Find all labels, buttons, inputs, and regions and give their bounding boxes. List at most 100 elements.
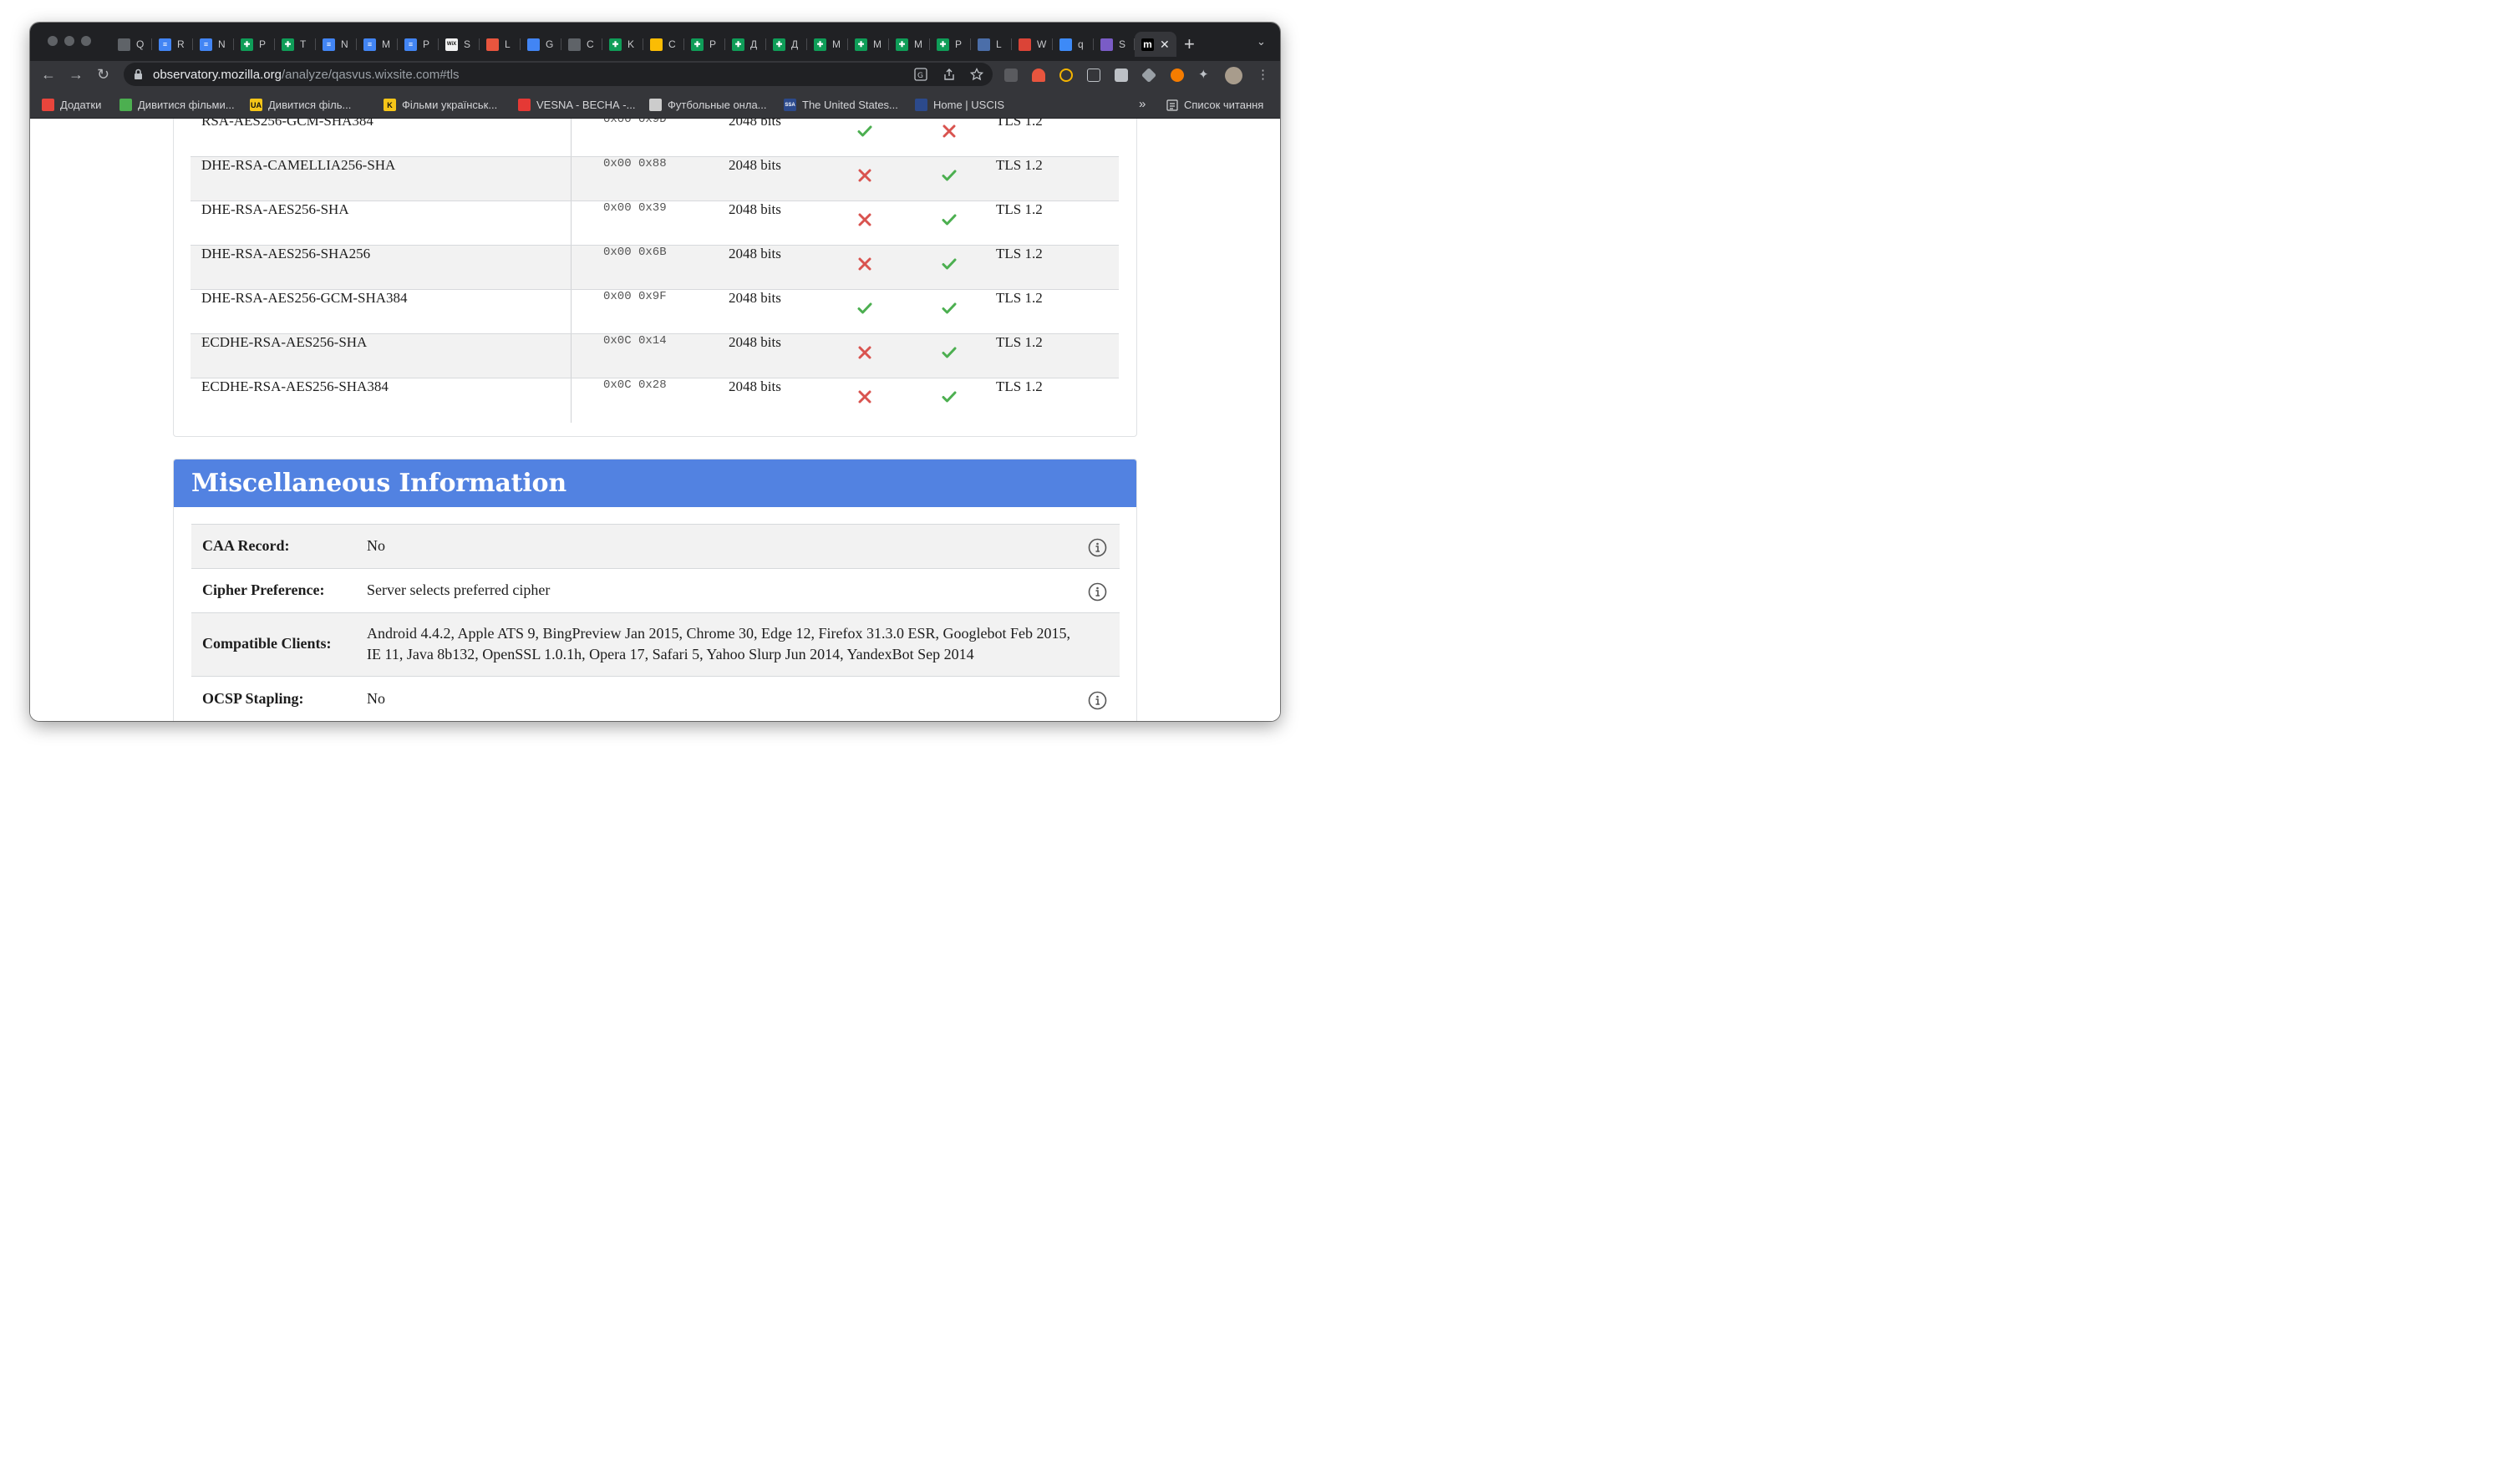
checklist-extension-icon[interactable] — [1115, 69, 1128, 82]
tab-title: P — [709, 38, 717, 50]
cipher-row: DHE-RSA-AES256-GCM-SHA384 0x00 0x9F 2048 b… — [191, 290, 1119, 334]
misc-row-caa: CAA Record: No — [191, 525, 1120, 569]
address-bar[interactable]: observatory.mozilla.org/analyze/qasvus.w… — [124, 63, 993, 86]
translate-icon[interactable]: G — [914, 68, 927, 81]
cipher-key-size: 2048 bits — [729, 157, 781, 173]
window-extension-icon[interactable] — [1087, 69, 1100, 82]
bookmark-item[interactable]: Футбольные онла... — [649, 99, 767, 111]
bookmark-item[interactable]: Додатки — [42, 99, 101, 111]
check-icon — [942, 302, 957, 314]
ublock-extension-icon[interactable] — [1171, 69, 1184, 82]
minimize-window-button[interactable] — [64, 36, 74, 46]
back-button[interactable]: ← — [41, 66, 56, 83]
cross-icon — [858, 346, 871, 359]
browser-tab[interactable]: ✚ P — [684, 32, 725, 57]
bookmark-item[interactable]: K Фільми українськ... — [384, 99, 497, 111]
browser-tab[interactable]: q — [1053, 32, 1094, 57]
close-tab-icon[interactable]: ✕ — [1160, 38, 1170, 52]
zoom-window-button[interactable] — [81, 36, 91, 46]
bookmarks-overflow-button[interactable]: » — [1139, 97, 1146, 111]
reading-list-label: Список читання — [1184, 99, 1264, 111]
cipher-protocol: TLS 1.2 — [996, 157, 1043, 173]
menu-icon[interactable]: ⋮ — [1257, 67, 1269, 84]
cipher-code: 0x00 0x9F — [603, 290, 667, 303]
share-icon[interactable] — [942, 68, 956, 81]
tab-search-button[interactable]: ⌄ — [1257, 35, 1266, 48]
bookmark-item[interactable]: UA Дивитися філь... — [250, 99, 351, 111]
puzzle-icon[interactable]: ✦ — [1198, 69, 1212, 82]
bookmark-item[interactable]: Home | USCIS — [915, 99, 1004, 111]
browser-tab[interactable]: ✚ P — [930, 32, 971, 57]
cipher-code: 0x00 0x39 — [603, 201, 667, 215]
bookmark-label: Футбольные онла... — [668, 99, 767, 111]
cipher-name: DHE-RSA-AES256-GCM-SHA384 — [201, 290, 408, 306]
tab-title: K — [627, 38, 635, 50]
info-icon[interactable] — [1088, 538, 1107, 557]
reload-button[interactable]: ↻ — [97, 66, 109, 83]
cube-extension-icon[interactable] — [1141, 67, 1157, 84]
browser-tab[interactable]: ≡ N — [316, 32, 357, 57]
extension-icon[interactable] — [1004, 69, 1018, 82]
misc-info-header: Miscellaneous Information — [174, 459, 1136, 507]
browser-tab[interactable]: ✚ M — [889, 32, 930, 57]
info-icon[interactable] — [1088, 582, 1107, 602]
browser-tab[interactable]: C — [643, 32, 684, 57]
browser-tab[interactable]: ✚ M — [848, 32, 889, 57]
bookmark-item[interactable]: SSA The United States... — [784, 99, 898, 111]
reading-list-icon — [1166, 99, 1178, 111]
misc-row-compatible-clients: Compatible Clients: Android 4.4.2, Apple… — [191, 613, 1120, 677]
browser-tab[interactable]: L — [971, 32, 1012, 57]
check-icon — [942, 214, 957, 226]
url-host: observatory.mozilla.org — [153, 68, 282, 82]
new-tab-button[interactable]: + — [1184, 33, 1195, 55]
cipher-protocol: TLS 1.2 — [996, 290, 1043, 306]
browser-tab[interactable]: W — [1012, 32, 1053, 57]
browser-tab[interactable]: L — [480, 32, 521, 57]
bookmark-star-icon[interactable] — [970, 68, 983, 81]
browser-tab[interactable]: ✚ T — [275, 32, 316, 57]
url-text[interactable]: observatory.mozilla.org/analyze/qasvus.w… — [153, 68, 460, 82]
cipher-key-size: 2048 bits — [729, 334, 781, 350]
browser-tab[interactable]: ✚ M — [807, 32, 848, 57]
tab-title: Q — [136, 38, 145, 50]
tab-title: M — [914, 38, 922, 50]
bookmark-item[interactable]: VESNA - ВЕСНА -... — [518, 99, 635, 111]
translate-icon — [527, 38, 540, 51]
browser-tab[interactable]: ≡ N — [193, 32, 234, 57]
browser-tab[interactable]: Q — [111, 32, 152, 57]
cipher-name: ECDHE-RSA-AES256-SHA — [201, 334, 368, 350]
browser-tab[interactable]: ≡ R — [152, 32, 193, 57]
apps-grid-icon — [42, 99, 54, 111]
lock-icon[interactable] — [134, 69, 143, 80]
tab-title: S — [464, 38, 471, 50]
bookmark-label: Дивитися філь... — [268, 99, 352, 111]
browser-tab[interactable]: S — [1094, 32, 1135, 57]
browser-tab[interactable]: ✚ P — [234, 32, 275, 57]
browser-tab[interactable]: ≡ P — [398, 32, 439, 57]
sheets-icon: ✚ — [814, 38, 826, 51]
url-path: /analyze/qasvus.wixsite.com#tls — [281, 68, 460, 82]
forward-button[interactable]: → — [69, 66, 84, 83]
browser-tab[interactable]: ✚ Д — [725, 32, 766, 57]
browser-tab[interactable]: WiX S — [439, 32, 480, 57]
search-extension-icon[interactable] — [1059, 69, 1073, 82]
page-content: RSA-AES256-GCM-SHA384 0x00 0x9D 2048 bits T… — [30, 119, 1280, 721]
browser-tab[interactable]: ✚ K — [602, 32, 643, 57]
reading-list-button[interactable]: Список читання — [1166, 99, 1263, 111]
browser-tab[interactable]: ≡ M — [357, 32, 398, 57]
lighthouse-extension-icon[interactable] — [1032, 69, 1045, 82]
tab-title: P — [955, 38, 963, 50]
cipher-protocol: TLS 1.2 — [996, 246, 1043, 261]
browser-tab-active[interactable]: m ✕ — [1135, 32, 1176, 57]
tab-title: G — [546, 38, 554, 50]
browser-tab[interactable]: C — [561, 32, 602, 57]
bookmark-item[interactable]: Дивитися фільми... — [119, 99, 235, 111]
close-window-button[interactable] — [48, 36, 58, 46]
misc-value: No — [367, 690, 385, 707]
tab-title: R — [177, 38, 185, 50]
column-divider — [571, 201, 572, 245]
browser-tab[interactable]: G — [521, 32, 561, 57]
browser-tab[interactable]: ✚ Д — [766, 32, 807, 57]
info-icon[interactable] — [1088, 691, 1107, 710]
avatar[interactable] — [1225, 67, 1242, 84]
